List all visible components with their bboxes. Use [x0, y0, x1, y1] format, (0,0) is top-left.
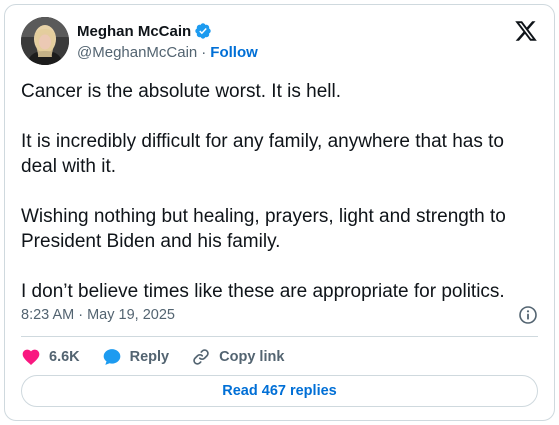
separator-dot: ·: [201, 44, 207, 61]
info-icon[interactable]: [518, 305, 538, 325]
author-display-name[interactable]: Meghan McCain: [77, 23, 191, 40]
tweet-paragraph: I don’t believe times like these are app…: [21, 281, 505, 302]
tweet-timestamp[interactable]: 8:23 AM · May 19, 2025: [21, 307, 175, 323]
tweet-header: Meghan McCain @MeghanMcCain · Follow: [21, 15, 538, 67]
tweet-text: Cancer is the absolute worst. It is hell…: [21, 79, 538, 304]
avatar[interactable]: [21, 17, 69, 65]
like-count: 6.6K: [49, 349, 80, 365]
author-handle[interactable]: @MeghanMcCain: [77, 44, 197, 61]
copy-link-label: Copy link: [219, 349, 285, 365]
reply-label: Reply: [129, 349, 170, 365]
avatar-image: [21, 17, 69, 65]
reply-button[interactable]: Reply: [102, 347, 170, 367]
heart-icon: [21, 347, 41, 367]
speech-bubble-icon: [102, 347, 122, 367]
follow-button[interactable]: Follow: [210, 44, 258, 61]
like-button[interactable]: 6.6K: [21, 347, 80, 367]
tweet-paragraph: It is incredibly difficult for any famil…: [21, 131, 504, 177]
x-logo-icon[interactable]: [514, 19, 538, 43]
handle-row: @MeghanMcCain · Follow: [77, 44, 258, 61]
read-replies-button[interactable]: Read 467 replies: [21, 375, 538, 407]
divider: [21, 336, 538, 337]
tweet-paragraph: Cancer is the absolute worst. It is hell…: [21, 81, 341, 102]
action-bar: 6.6K Reply Copy link: [21, 346, 306, 368]
tweet-paragraph: Wishing nothing but healing, prayers, li…: [21, 206, 506, 252]
verified-badge-icon: [194, 22, 212, 40]
tweet-card: Meghan McCain @MeghanMcCain · Follow Can: [4, 4, 555, 421]
copy-link-button[interactable]: Copy link: [191, 347, 284, 367]
name-row: Meghan McCain: [77, 21, 258, 41]
link-icon: [191, 347, 211, 367]
author-info: Meghan McCain @MeghanMcCain · Follow: [77, 21, 258, 62]
